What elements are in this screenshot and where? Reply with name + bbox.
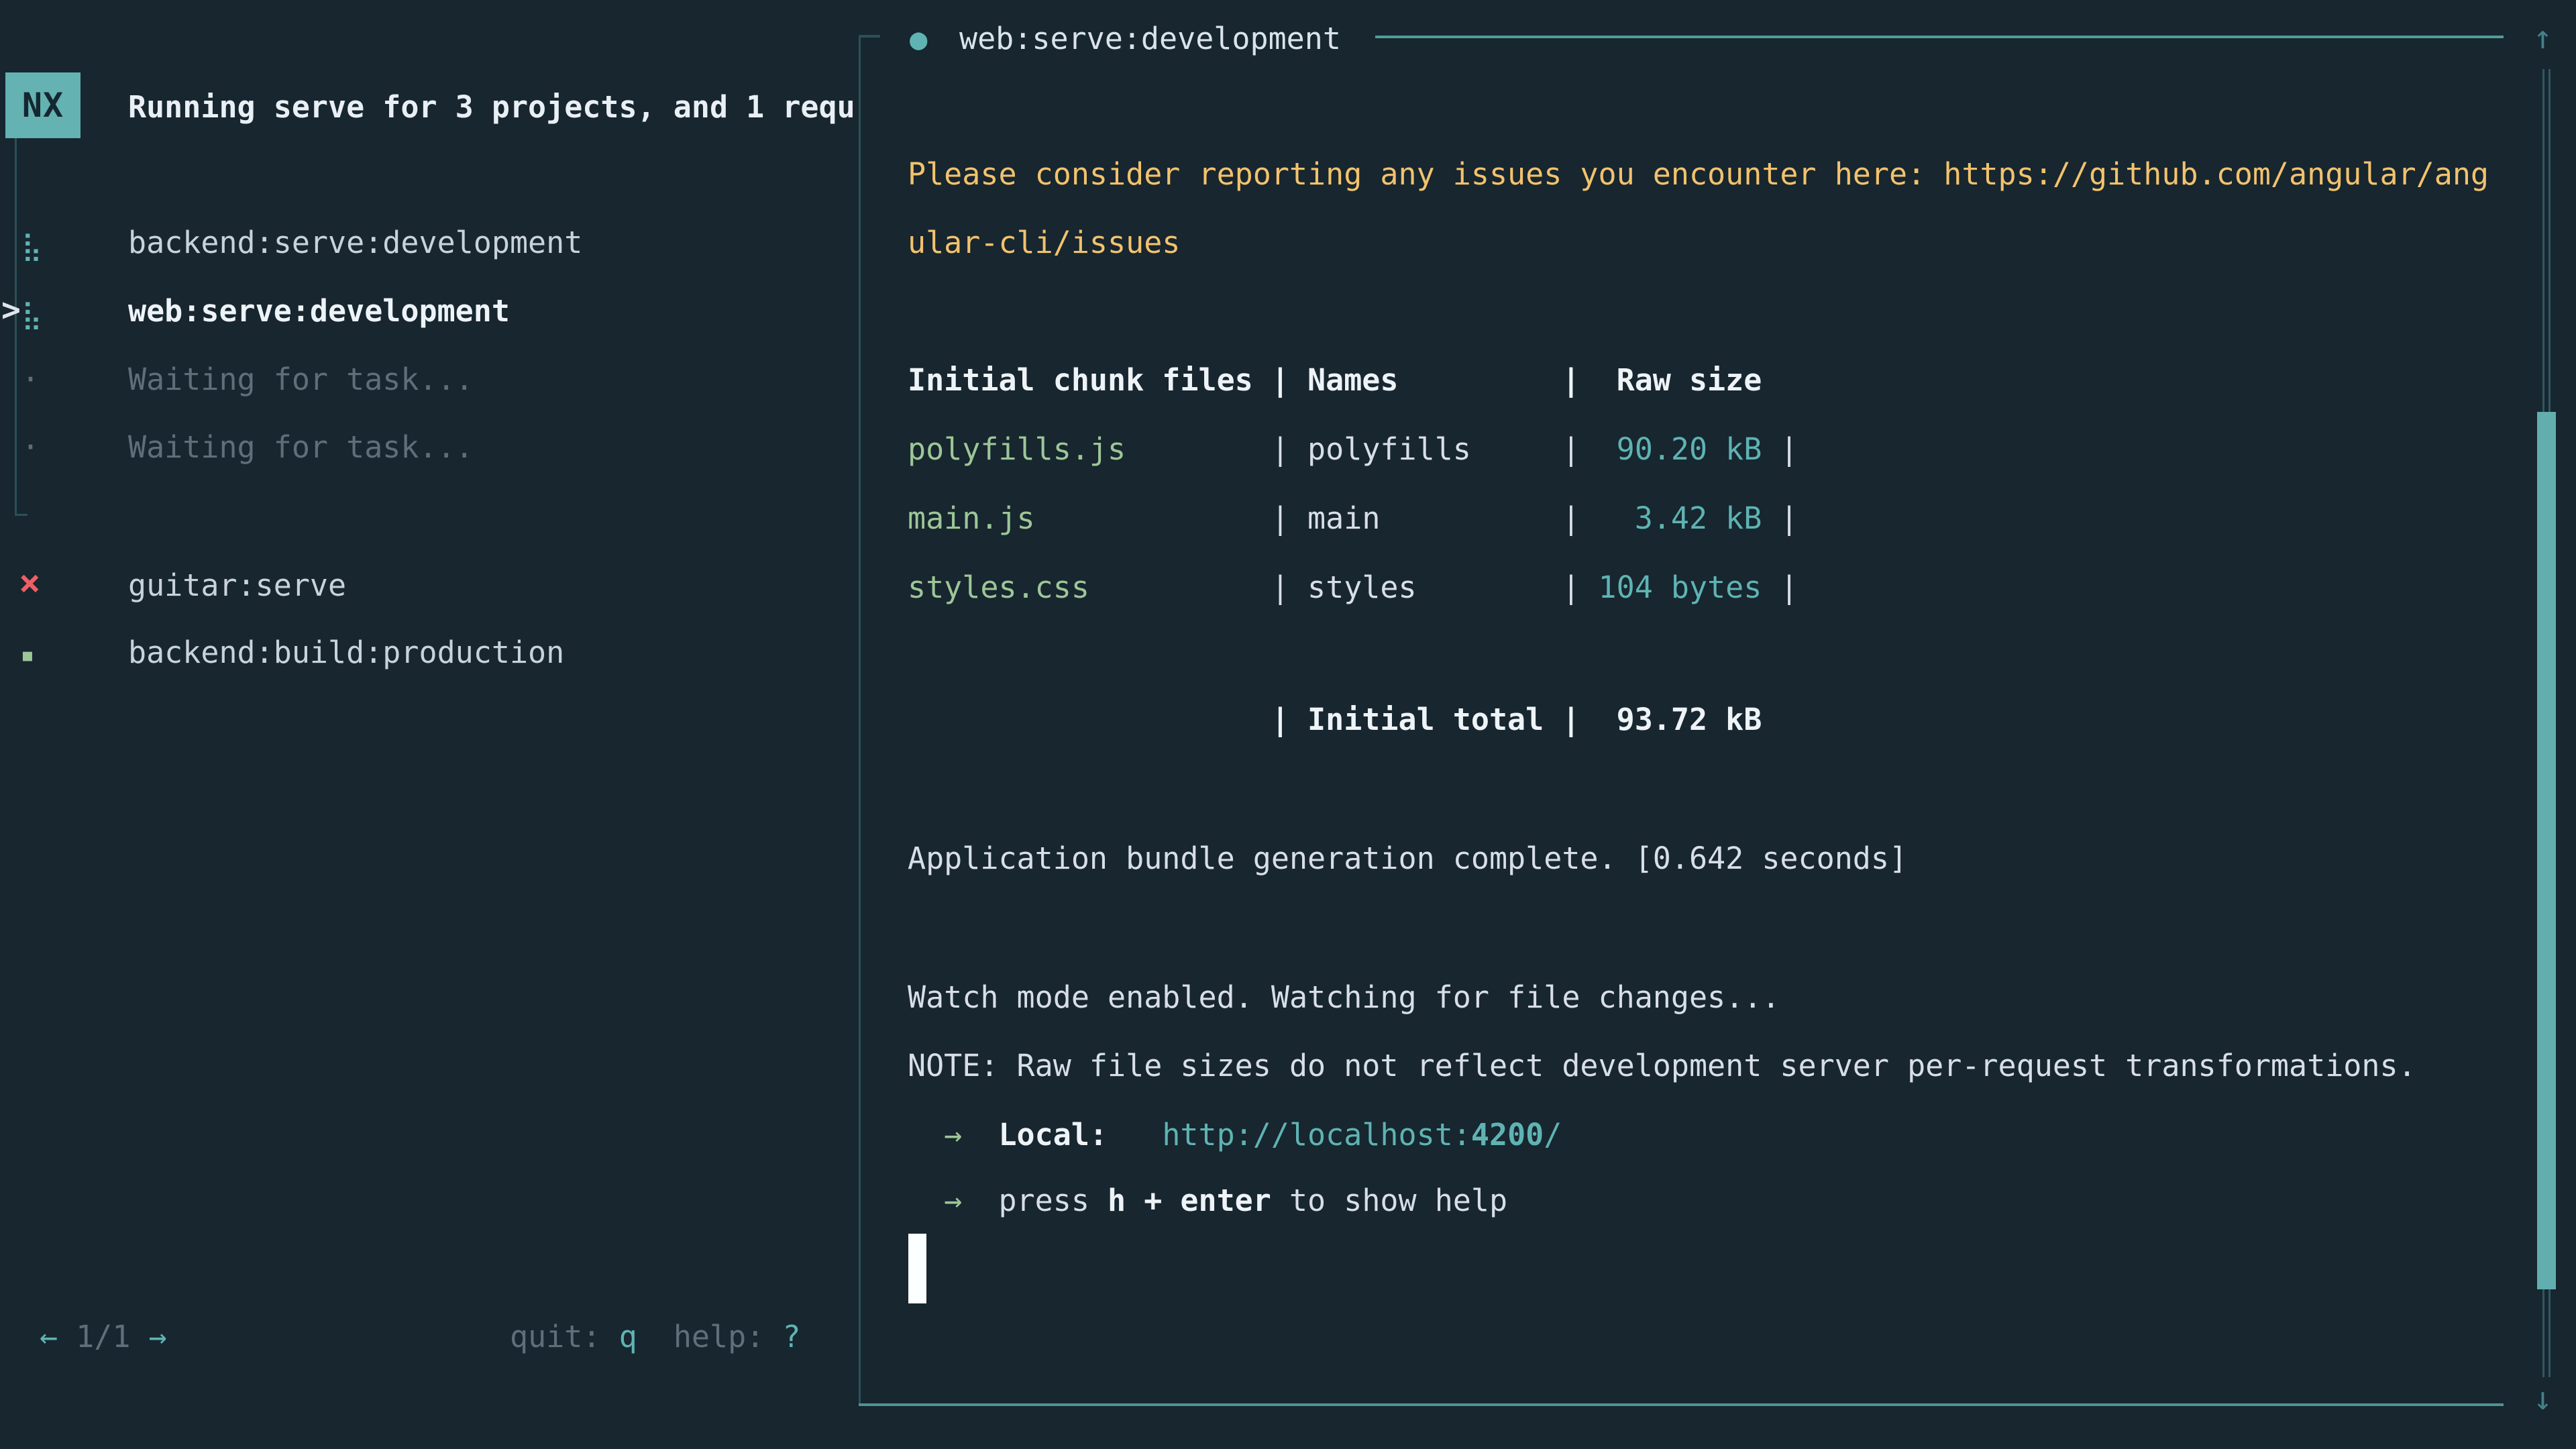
local-gap [1108, 1117, 1162, 1152]
keyboard-hints: quit: q help: ? [510, 1316, 801, 1358]
sidebar-task-web-serve[interactable]: web:serve:development [128, 290, 510, 332]
panel-title: web:serve:development [959, 18, 1341, 60]
panel-border-bottom [859, 1403, 2504, 1406]
chunk-raw-size: 90.20 kB [1580, 431, 1762, 467]
task-status-bullet-icon: ● [910, 19, 928, 60]
sidebar-task-guitar-serve[interactable]: guitar:serve [128, 565, 346, 606]
pager-prev-arrow-icon[interactable]: ← [40, 1319, 58, 1354]
bundle-complete-line: Application bundle generation complete. … [908, 838, 1907, 879]
localhost-port[interactable]: 4200 [1471, 1117, 1544, 1152]
localhost-url-slash[interactable]: / [1544, 1117, 1562, 1152]
chunk-file-name: main.js [908, 500, 1271, 536]
pager-next-arrow-icon[interactable]: → [149, 1319, 167, 1354]
table-row: styles.css | styles | 104 bytes | [908, 567, 1799, 608]
help-hint-line: → press h + enter to show help [908, 1180, 1507, 1222]
scroll-up-arrow-icon[interactable]: ↑ [2533, 17, 2553, 58]
chunk-file-name: polyfills.js [908, 431, 1271, 467]
issue-notice-line-2[interactable]: ular-cli/issues [908, 222, 1180, 264]
terminal-block-cursor [908, 1234, 926, 1303]
row-end-pipe: | [1762, 570, 1798, 605]
task-success-square-icon: ▪ [20, 635, 35, 676]
sidebar-task-backend-serve[interactable]: backend:serve:development [128, 222, 582, 264]
chunk-name-cell: | main | [1271, 500, 1580, 536]
key-enter: enter [1180, 1183, 1271, 1218]
sidebar-task-waiting-1[interactable]: Waiting for task... [128, 359, 474, 400]
spinner-icon: ⣧ [21, 294, 42, 335]
arrow-icon: → [908, 1183, 998, 1218]
waiting-dot-icon: · [21, 427, 40, 468]
pager-current: 1/1 [76, 1319, 130, 1354]
sidebar-task-backend-build[interactable]: backend:build:production [128, 632, 564, 674]
spinner-icon: ⣧ [21, 225, 42, 267]
panel-border-left [859, 35, 861, 1405]
local-label: Local: [998, 1117, 1108, 1152]
task-failed-x-icon: × [19, 562, 41, 604]
pager-gap [130, 1319, 148, 1354]
plus-sign: + [1126, 1183, 1180, 1218]
panel-border-top-stub [859, 35, 880, 38]
local-url-line: → Local: http://localhost:4200/ [908, 1114, 1562, 1156]
chunk-file-name: styles.css [908, 570, 1271, 605]
arrow-icon: → [908, 1117, 998, 1152]
show-help-text: to show help [1271, 1183, 1507, 1218]
sidebar-title: Running serve for 3 projects, and 1 requ [128, 87, 854, 128]
pager: ← 1/1 → [40, 1316, 167, 1358]
panel-border-top [1375, 36, 2504, 38]
sidebar-task-waiting-2[interactable]: Waiting for task... [128, 427, 474, 468]
chunk-name-cell: | polyfills | [1271, 431, 1580, 467]
key-h: h [1108, 1183, 1126, 1218]
help-key: ? [782, 1319, 800, 1354]
waiting-dot-icon: · [21, 359, 40, 400]
row-end-pipe: | [1762, 500, 1798, 536]
table-row: main.js | main | 3.42 kB | [908, 498, 1799, 539]
quit-key: q [619, 1319, 637, 1354]
scroll-down-arrow-icon[interactable]: ↓ [2533, 1378, 2553, 1419]
scrollbar-thumb[interactable] [2537, 412, 2556, 1289]
watch-mode-line: Watch mode enabled. Watching for file ch… [908, 977, 1780, 1018]
row-end-pipe: | [1762, 431, 1798, 467]
localhost-url-link[interactable]: http://localhost: [1162, 1117, 1471, 1152]
chunk-raw-size: 104 bytes [1580, 570, 1762, 605]
chunk-raw-size: 3.42 kB [1580, 500, 1762, 536]
initial-total-row: | Initial total | 93.72 kB [908, 699, 1762, 741]
quit-hint-label: quit: [510, 1319, 619, 1354]
issue-notice-line-1[interactable]: Please consider reporting any issues you… [908, 154, 2489, 195]
selected-task-pointer-icon: > [1, 289, 21, 331]
chunk-name-cell: | styles | [1271, 570, 1580, 605]
table-row: polyfills.js | polyfills | 90.20 kB | [908, 429, 1799, 470]
note-line: NOTE: Raw file sizes do not reflect deve… [908, 1045, 2416, 1087]
pager-position [58, 1319, 76, 1354]
press-word: press [998, 1183, 1108, 1218]
help-hint-label: help: [637, 1319, 783, 1354]
nx-logo-badge: NX [5, 72, 80, 138]
chunk-table-header: Initial chunk files | Names | Raw size [908, 360, 1762, 401]
